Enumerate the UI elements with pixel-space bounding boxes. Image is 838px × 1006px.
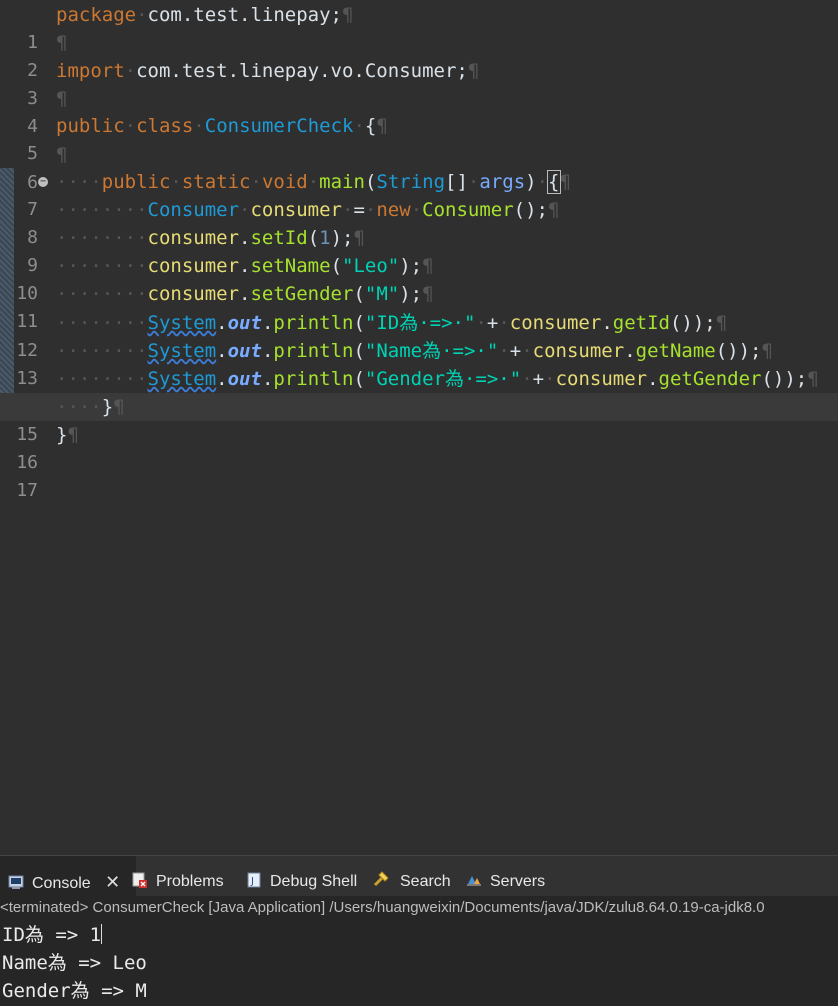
servers-icon: [467, 876, 481, 886]
tab-label: Servers: [490, 873, 546, 890]
console-icon: [8, 875, 24, 889]
code-line[interactable]: 4 ¶: [0, 85, 838, 137]
debug-shell-icon: J: [247, 872, 261, 888]
code-text: ¶: [56, 32, 68, 54]
code-text: public·class·ConsumerCheck·{¶: [56, 115, 388, 137]
code-text: ····}¶: [56, 396, 125, 418]
code-line[interactable]: 10 ········consumer.setName("Leo");¶: [0, 252, 838, 304]
view-tab-bar: Console ✕ Problems J Debug Shell Search S…: [0, 855, 838, 896]
code-line[interactable]: 9 ········consumer.setId(1);¶: [0, 224, 838, 276]
console-status-text: <terminated> ConsumerCheck [Java Applica…: [0, 899, 765, 916]
code-line[interactable]: 16 }¶: [0, 421, 838, 473]
console-panel: Console ✕ Problems J Debug Shell Search S…: [0, 855, 838, 1006]
code-editor[interactable]: 1 package·com.test.linepay;¶ 2 ¶ 3 impor…: [0, 0, 838, 855]
code-line[interactable]: 5 public·class·ConsumerCheck·{¶: [0, 112, 838, 164]
tab-servers[interactable]: Servers: [466, 856, 545, 896]
code-line[interactable]: 14 ········System.out.println("Gender為·=…: [0, 365, 838, 417]
tab-label: Debug Shell: [270, 873, 358, 890]
code-line[interactable]: 11 ········consumer.setGender("M");¶: [0, 280, 838, 332]
code-text: ········Consumer·consumer·=·new·Consumer…: [56, 199, 560, 221]
line-number: 17: [16, 480, 38, 501]
svg-text:J: J: [250, 876, 254, 887]
code-line-current[interactable]: 15 ····}¶: [0, 393, 838, 445]
code-text: package·com.test.linepay;¶: [56, 4, 354, 26]
code-text: ········System.out.println("Name為·=>·"·+…: [56, 340, 773, 362]
code-text: ········System.out.println("Gender為·=>·"…: [56, 368, 819, 390]
code-text: ····public·static·void·main(String[]·arg…: [56, 170, 571, 194]
tab-debug-shell[interactable]: J Debug Shell: [246, 856, 357, 896]
code-line[interactable]: 2 ¶: [0, 29, 838, 81]
tab-problems[interactable]: Problems: [132, 856, 224, 896]
code-line[interactable]: 17: [0, 449, 838, 501]
code-line[interactable]: 8 ········Consumer·consumer·=·new·Consum…: [0, 196, 838, 248]
code-text: ········consumer.setName("Leo");¶: [56, 255, 434, 277]
code-text: ········consumer.setGender("M");¶: [56, 283, 434, 305]
search-icon: [373, 871, 389, 887]
tab-label: Console: [32, 875, 91, 892]
code-line[interactable]: 12 ········System.out.println("ID為·=>·"·…: [0, 309, 838, 361]
fold-collapse-icon[interactable]: −: [38, 177, 48, 187]
code-text: ¶: [56, 88, 68, 110]
code-text: }¶: [56, 424, 79, 446]
code-line[interactable]: 6 ¶: [0, 141, 838, 193]
console-output-line: Gender為 => M: [2, 980, 147, 1002]
code-text: ········System.out.println("ID為·=>·"·+·c…: [56, 312, 728, 334]
code-text: import·com.test.linepay.vo.Consumer;¶: [56, 60, 480, 82]
code-text: ¶: [56, 144, 68, 166]
console-output-line: Name為 => Leo: [2, 952, 147, 974]
code-text: ········consumer.setId(1);¶: [56, 227, 365, 249]
text-caret: [101, 924, 103, 944]
tab-label: Problems: [156, 873, 224, 890]
code-line[interactable]: 7 − ····public·static·void·main(String[]…: [0, 168, 838, 220]
code-line[interactable]: 1 package·com.test.linepay;¶: [0, 1, 838, 53]
tab-console[interactable]: Console ✕: [0, 856, 136, 896]
tab-label: Search: [400, 873, 451, 890]
close-icon[interactable]: ✕: [105, 872, 120, 892]
code-line[interactable]: 3 import·com.test.linepay.vo.Consumer;¶: [0, 57, 838, 109]
code-line[interactable]: 13 ········System.out.println("Name為·=>·…: [0, 337, 838, 389]
problems-icon: [132, 872, 147, 888]
tab-search[interactable]: Search: [372, 856, 451, 896]
console-output-line: ID為 => 1: [2, 924, 103, 946]
